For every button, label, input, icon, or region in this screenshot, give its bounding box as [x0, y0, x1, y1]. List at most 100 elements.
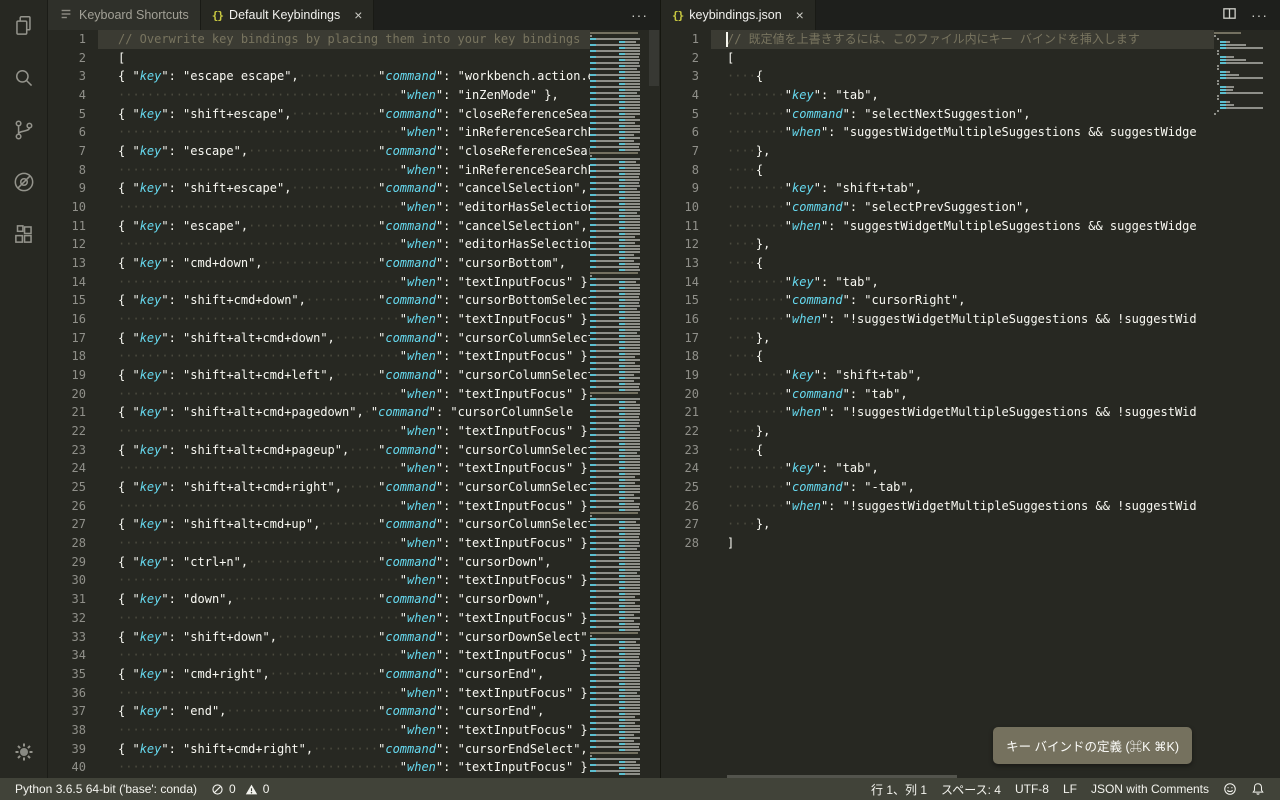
- code-line[interactable]: { "key": "escape escape",···········"com…: [98, 67, 590, 86]
- code-line[interactable]: ········"command": "selectPrevSuggestion…: [711, 198, 1214, 217]
- cursor-position-status[interactable]: 行 1、列 1: [864, 781, 934, 798]
- tab-default-keybindings[interactable]: {} Default Keybindings ×: [200, 0, 375, 30]
- code-line[interactable]: ····},: [711, 329, 1214, 348]
- code-line[interactable]: // 既定値を上書きするには、このファイル内にキー バインドを挿入します: [711, 30, 1214, 49]
- code-line[interactable]: ····{: [711, 67, 1214, 86]
- code-line[interactable]: ·······································"…: [98, 721, 590, 740]
- more-actions-icon[interactable]: ···: [631, 7, 648, 23]
- code-line[interactable]: ········"key": "tab",: [711, 273, 1214, 292]
- right-editor[interactable]: 1 2 3 4 5 6 7 8 9 10 11 12 13 14 15 16 17 18 19 20 21 22 23 24 2…: [661, 30, 1280, 778]
- code-line[interactable]: { "key": "shift+alt+cmd+down",······"com…: [98, 329, 590, 348]
- code-line[interactable]: { "key": "shift+alt+cmd+up",········"com…: [98, 515, 590, 534]
- code-line[interactable]: ·······································"…: [98, 684, 590, 703]
- right-code-area[interactable]: // 既定値を上書きするには、このファイル内にキー バインドを挿入します[···…: [711, 30, 1214, 778]
- encoding-status[interactable]: UTF-8: [1008, 782, 1056, 796]
- language-mode-status[interactable]: JSON with Comments: [1084, 782, 1216, 796]
- code-line[interactable]: { "key": "end",·····················"com…: [98, 702, 590, 721]
- code-line[interactable]: ········"command": "cursorRight",: [711, 291, 1214, 310]
- code-line[interactable]: ········"when": "suggestWidgetMultipleSu…: [711, 217, 1214, 236]
- code-line[interactable]: { "key": "cmd+right",···············"com…: [98, 665, 590, 684]
- code-line[interactable]: ········"when": "!suggestWidgetMultipleS…: [711, 310, 1214, 329]
- code-line[interactable]: { "key": "ctrl+n",··················"com…: [98, 553, 590, 572]
- code-line[interactable]: { "key": "shift+cmd+right",·········"com…: [98, 740, 590, 759]
- left-editor[interactable]: 1 2 3 4 5 6 7 8 9 10 11 12 13 14 15 16 17 18 19 20 21 22 23 24 2…: [48, 30, 660, 778]
- code-line[interactable]: ········"when": "!suggestWidgetMultipleS…: [711, 497, 1214, 516]
- code-line[interactable]: ········"key": "shift+tab",: [711, 179, 1214, 198]
- code-line[interactable]: ········"key": "tab",: [711, 86, 1214, 105]
- close-tab-icon[interactable]: ×: [796, 7, 804, 23]
- code-line[interactable]: ·······································"…: [98, 497, 590, 516]
- code-line[interactable]: { "key": "escape",··················"com…: [98, 217, 590, 236]
- code-line[interactable]: ·······································"…: [98, 235, 590, 254]
- more-actions-icon[interactable]: ···: [1251, 7, 1268, 23]
- close-tab-icon[interactable]: ×: [354, 7, 362, 23]
- code-line[interactable]: { "key": "shift+down",··············"com…: [98, 628, 590, 647]
- code-line[interactable]: ·······································"…: [98, 86, 590, 105]
- extensions-icon[interactable]: [10, 220, 38, 248]
- code-line[interactable]: ····{: [711, 347, 1214, 366]
- code-line[interactable]: ·······································"…: [98, 347, 590, 366]
- code-line[interactable]: ····},: [711, 142, 1214, 161]
- code-line[interactable]: ········"command": "tab",: [711, 385, 1214, 404]
- left-scrollbar-slider[interactable]: [649, 30, 659, 86]
- code-line[interactable]: { "key": "shift+escape",············"com…: [98, 105, 590, 124]
- code-line[interactable]: ·······································"…: [98, 385, 590, 404]
- tab-keybindings-json[interactable]: {} keybindings.json ×: [661, 0, 816, 30]
- code-line[interactable]: { "key": "shift+cmd+down",··········"com…: [98, 291, 590, 310]
- settings-gear-icon[interactable]: [10, 738, 38, 766]
- code-line[interactable]: ····},: [711, 235, 1214, 254]
- code-line[interactable]: ········"command": "selectNextSuggestion…: [711, 105, 1214, 124]
- code-line[interactable]: ·······································"…: [98, 758, 590, 777]
- eol-status[interactable]: LF: [1056, 782, 1084, 796]
- code-line[interactable]: // Overwrite key bindings by placing the…: [98, 30, 590, 49]
- code-line[interactable]: ·······································"…: [98, 310, 590, 329]
- code-line[interactable]: ····{: [711, 254, 1214, 273]
- right-scrollbar[interactable]: [1266, 30, 1280, 778]
- indentation-status[interactable]: スペース: 4: [934, 781, 1008, 798]
- problems-status[interactable]: 0 0: [204, 782, 276, 796]
- code-line[interactable]: { "key": "escape",··················"com…: [98, 142, 590, 161]
- debug-icon[interactable]: [10, 168, 38, 196]
- code-line[interactable]: { "key": "shift+alt+cmd+pageup",····"com…: [98, 441, 590, 460]
- left-scrollbar[interactable]: [648, 30, 660, 778]
- code-line[interactable]: ····},: [711, 422, 1214, 441]
- code-line[interactable]: { "key": "shift+alt+cmd+pagedown",·"comm…: [98, 403, 590, 422]
- search-icon[interactable]: [10, 64, 38, 92]
- explorer-icon[interactable]: [10, 12, 38, 40]
- code-line[interactable]: ·······································"…: [98, 534, 590, 553]
- code-line[interactable]: ·······································"…: [98, 273, 590, 292]
- code-line[interactable]: ·······································"…: [98, 161, 590, 180]
- code-line[interactable]: ········"when": "suggestWidgetMultipleSu…: [711, 123, 1214, 142]
- code-line[interactable]: ········"key": "tab",: [711, 459, 1214, 478]
- code-line[interactable]: { "key": "cmd+down",················"com…: [98, 254, 590, 273]
- code-line[interactable]: ·······································"…: [98, 646, 590, 665]
- feedback-smiley-icon[interactable]: [1216, 782, 1244, 796]
- python-interpreter-status[interactable]: Python 3.6.5 64-bit ('base': conda): [8, 782, 204, 796]
- code-line[interactable]: ····{: [711, 161, 1214, 180]
- code-line[interactable]: { "key": "shift+escape",············"com…: [98, 179, 590, 198]
- code-line[interactable]: ·······································"…: [98, 198, 590, 217]
- code-line[interactable]: [: [98, 49, 590, 68]
- notifications-bell-icon[interactable]: [1244, 782, 1272, 796]
- code-line[interactable]: { "key": "shift+alt+cmd+right",·····"com…: [98, 478, 590, 497]
- code-line[interactable]: { "key": "shift+alt+cmd+left",······"com…: [98, 366, 590, 385]
- code-line[interactable]: ········"when": "!suggestWidgetMultipleS…: [711, 403, 1214, 422]
- left-code-area[interactable]: // Overwrite key bindings by placing the…: [98, 30, 590, 778]
- right-minimap[interactable]: [1214, 30, 1266, 778]
- code-line[interactable]: ·······································"…: [98, 123, 590, 142]
- code-line[interactable]: ·······································"…: [98, 422, 590, 441]
- code-line[interactable]: ·······································"…: [98, 459, 590, 478]
- split-editor-icon[interactable]: [1222, 6, 1237, 24]
- code-line[interactable]: ········"key": "shift+tab",: [711, 366, 1214, 385]
- code-line[interactable]: ····},: [711, 515, 1214, 534]
- left-minimap[interactable]: [590, 30, 648, 778]
- code-line[interactable]: ····{: [711, 441, 1214, 460]
- code-line[interactable]: ·······································"…: [98, 571, 590, 590]
- code-line[interactable]: ········"command": "-tab",: [711, 478, 1214, 497]
- define-keybinding-button[interactable]: キー バインドの定義 (⌘K ⌘K): [993, 727, 1192, 764]
- code-line[interactable]: { "key": "down",····················"com…: [98, 590, 590, 609]
- code-line[interactable]: ]: [711, 534, 1214, 553]
- tab-keyboard-shortcuts[interactable]: Keyboard Shortcuts: [48, 0, 201, 30]
- source-control-icon[interactable]: [10, 116, 38, 144]
- code-line[interactable]: [: [711, 49, 1214, 68]
